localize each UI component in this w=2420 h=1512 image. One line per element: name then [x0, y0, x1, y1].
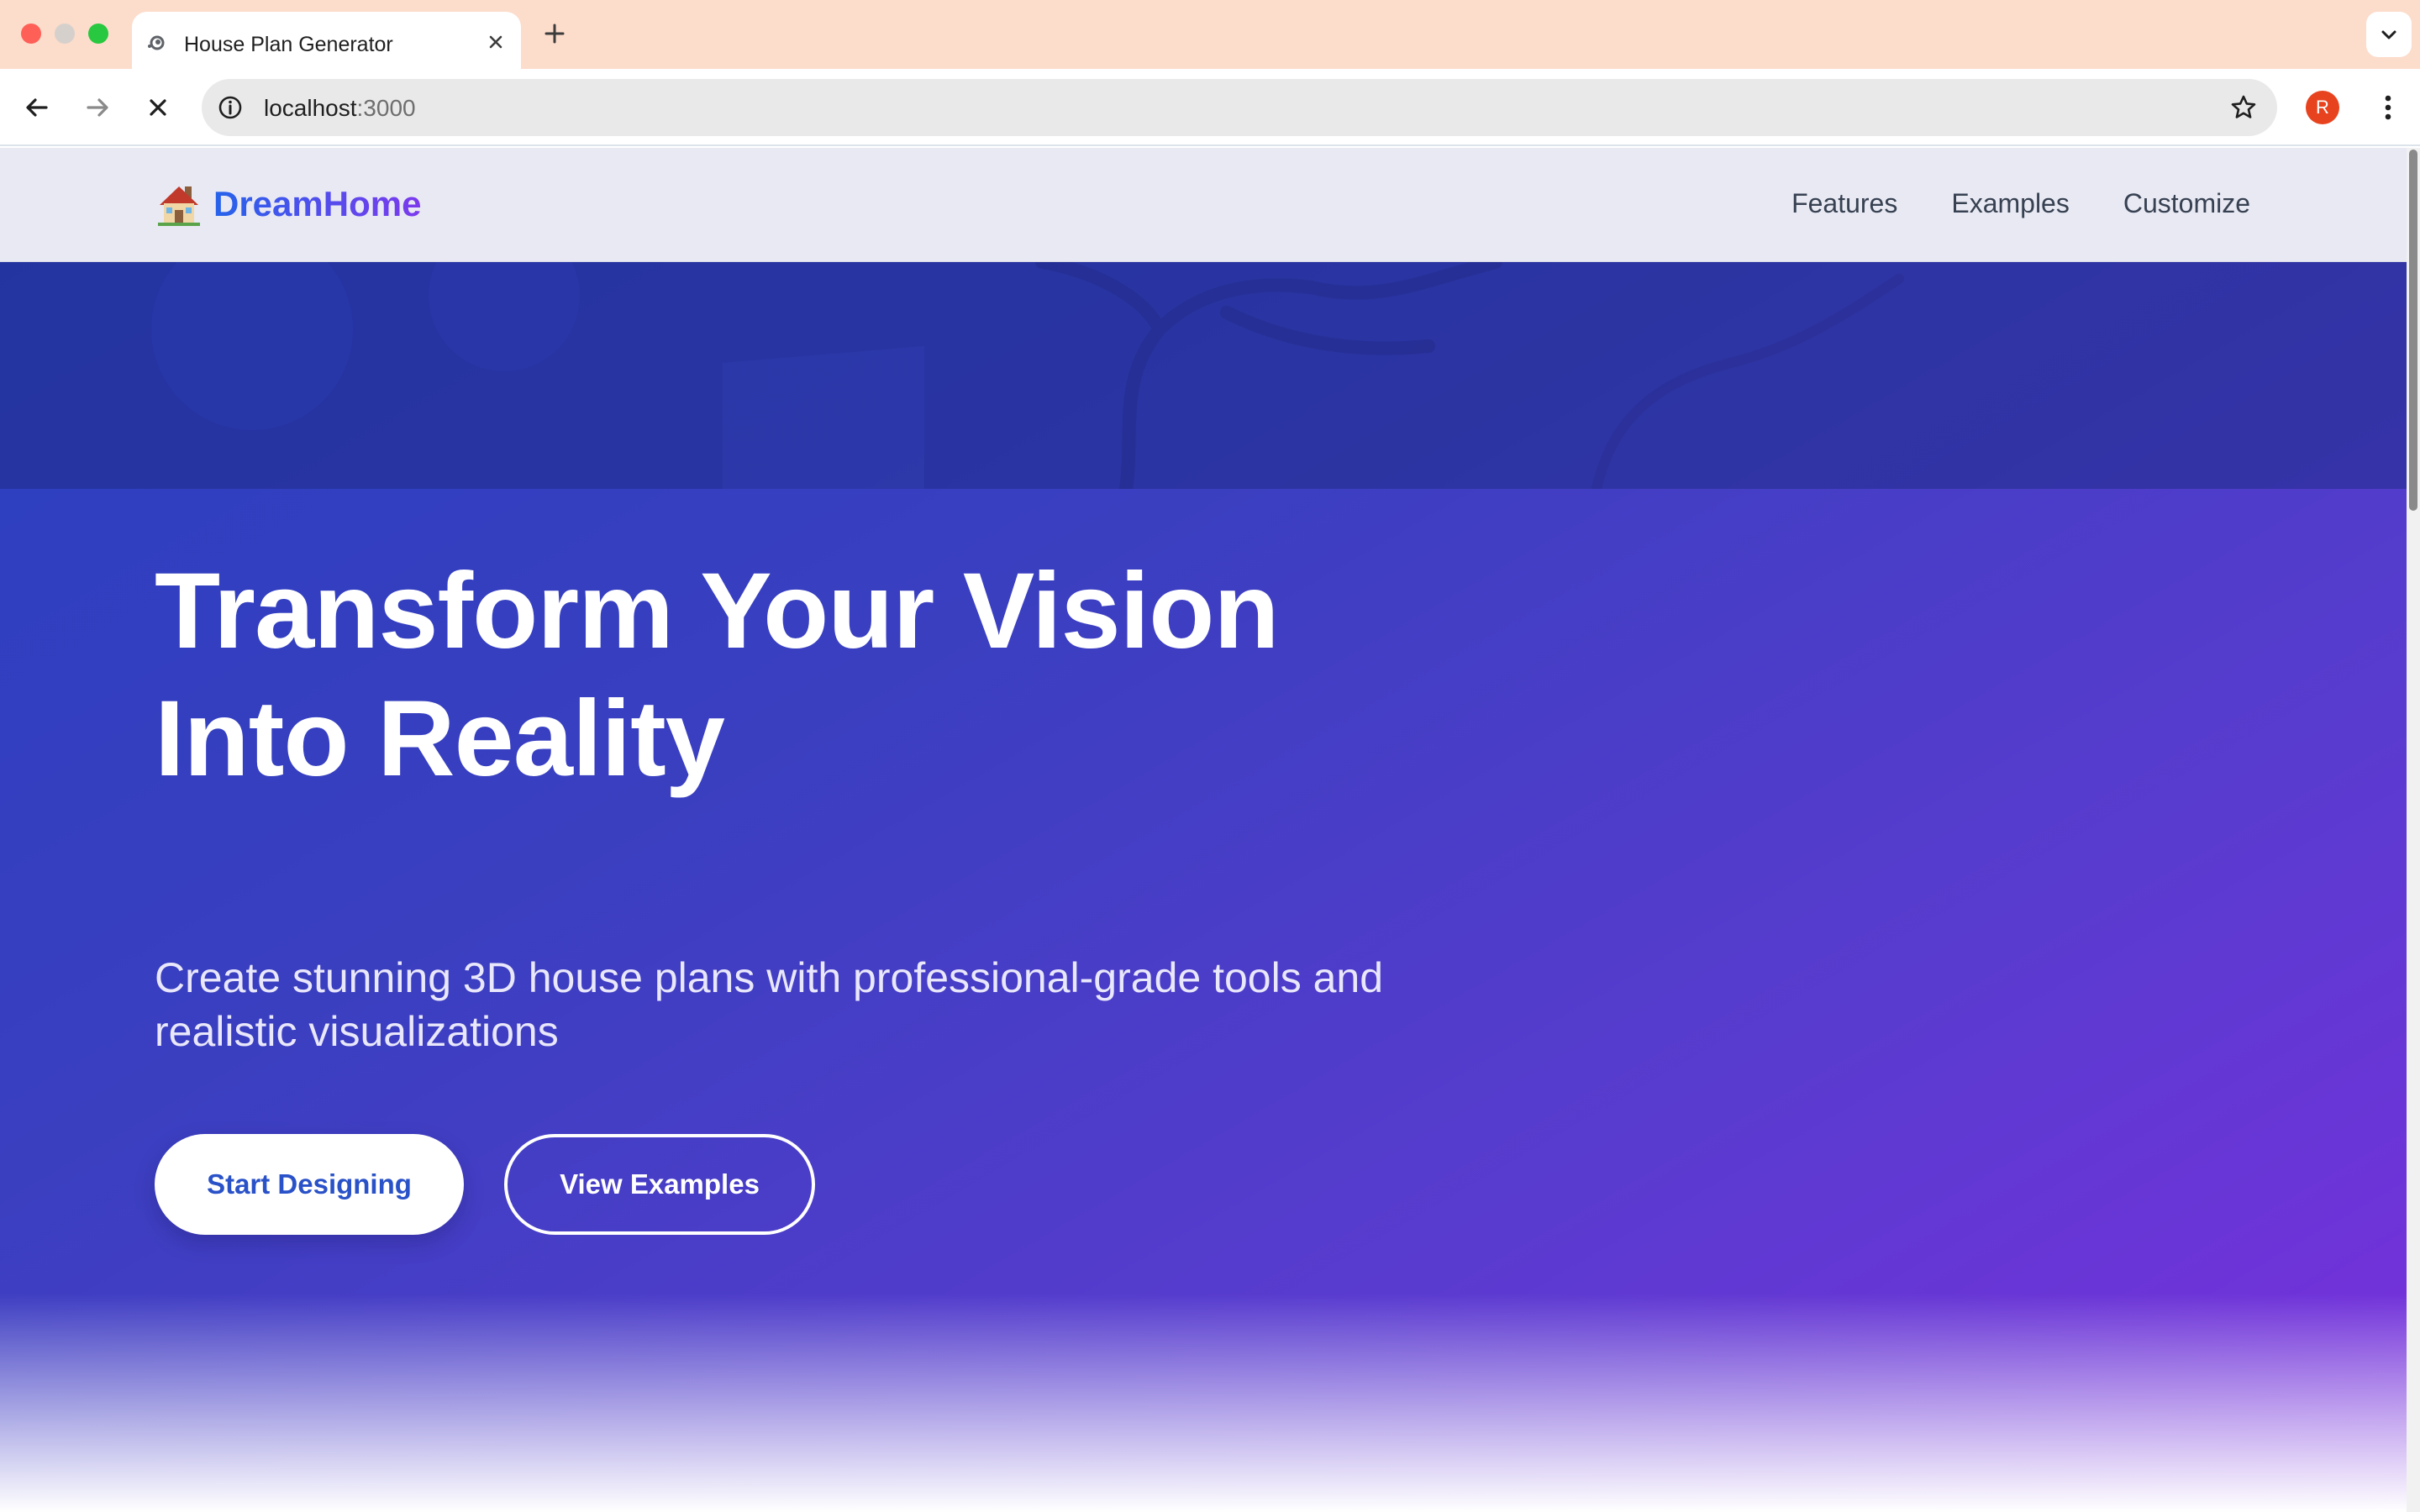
hero-section: Transform Your Vision Into Reality Creat…	[0, 262, 2407, 1512]
address-bar[interactable]: localhost:3000	[202, 79, 2277, 136]
nav-link-customize[interactable]: Customize	[2123, 188, 2250, 219]
url-host: localhost	[264, 95, 357, 121]
tab-title: House Plan Generator	[184, 33, 393, 56]
page-scrollbar[interactable]	[2407, 148, 2420, 1512]
tab-close-icon[interactable]	[484, 30, 508, 54]
window-maximize-button[interactable]	[88, 24, 108, 44]
start-designing-button[interactable]: Start Designing	[155, 1134, 464, 1235]
new-tab-plus-icon[interactable]	[541, 20, 568, 47]
hero-background-image	[0, 262, 2407, 489]
nav-link-features[interactable]: Features	[1791, 188, 1897, 219]
loading-favicon-icon	[148, 35, 165, 50]
url-text: localhost:3000	[264, 95, 416, 122]
hero-subtitle: Create stunning 3D house plans with prof…	[155, 954, 1384, 1055]
site-logo[interactable]: DreamHome	[155, 180, 421, 228]
active-tab[interactable]: House Plan Generator	[132, 12, 521, 69]
forward-arrow-icon[interactable]	[82, 92, 113, 123]
hero-title: Transform Your Vision Into Reality	[155, 548, 1499, 803]
view-examples-button[interactable]: View Examples	[504, 1134, 815, 1235]
main-nav: Features Examples Customize	[1738, 188, 2250, 219]
chevron-down-icon	[2381, 30, 2396, 39]
window-close-button[interactable]	[21, 24, 41, 44]
logo-text: DreamHome	[213, 184, 422, 223]
window-minimize-button[interactable]	[55, 24, 75, 44]
nav-link-examples[interactable]: Examples	[1951, 188, 2070, 219]
hero-title-line-1: Transform Your Vision	[155, 551, 1280, 671]
browser-tab-strip: House Plan Generator	[0, 0, 2420, 69]
hero-title-line-2: Into Reality	[155, 679, 725, 799]
browser-toolbar: localhost:3000 R	[0, 69, 2420, 146]
site-header: DreamHome Features Examples Customize	[0, 148, 2407, 262]
hero-bottom-fade	[0, 1294, 2407, 1512]
stop-loading-x-icon[interactable]	[143, 92, 173, 123]
bookmark-star-icon[interactable]	[2228, 92, 2259, 123]
house-icon	[158, 186, 200, 226]
tab-search-button[interactable]	[2366, 12, 2412, 57]
more-menu-icon[interactable]	[2371, 91, 2405, 124]
back-arrow-icon[interactable]	[22, 92, 52, 123]
scrollbar-thumb[interactable]	[2409, 150, 2417, 511]
profile-avatar[interactable]: R	[2306, 91, 2339, 124]
tree-silhouette-image	[0, 262, 2407, 489]
site-info-icon[interactable]	[215, 92, 245, 123]
page-viewport: DreamHome Features Examples Customize Tr…	[0, 148, 2420, 1512]
url-port: :3000	[356, 95, 416, 121]
